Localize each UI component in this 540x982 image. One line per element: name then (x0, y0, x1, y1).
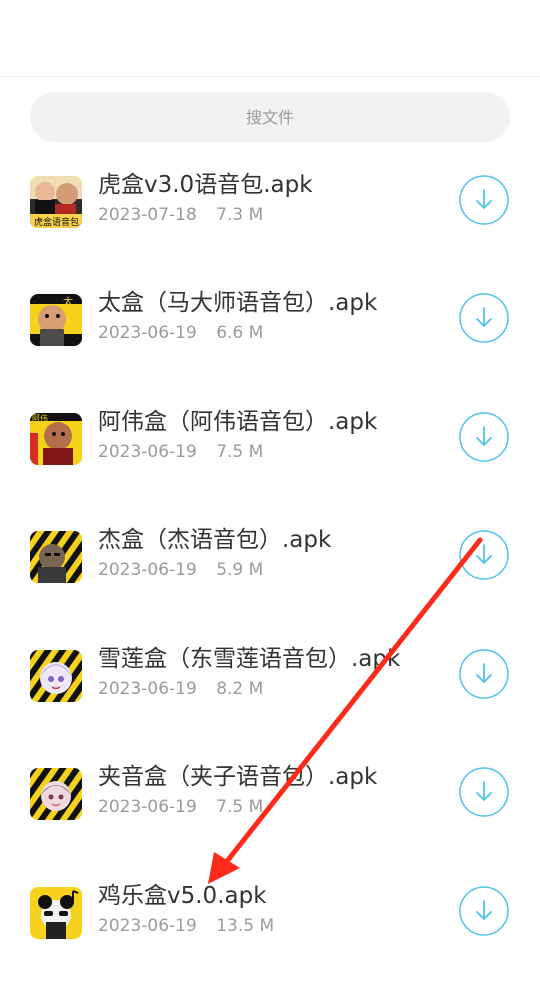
file-size: 7.5 M (216, 797, 264, 817)
awei-box-icon: 阿伟 (30, 413, 82, 465)
file-meta: 2023-06-19 5.9 M (98, 558, 263, 582)
download-icon (459, 767, 509, 817)
download-icon (459, 886, 509, 936)
list-item[interactable]: 阿伟 阿伟盒（阿伟语音包）.apk 2023-06-19 7.5 M (0, 390, 540, 508)
download-button[interactable] (459, 175, 509, 225)
tai-box-icon: 太 (30, 294, 82, 346)
file-date: 2023-06-19 (98, 442, 197, 462)
download-icon (459, 530, 509, 580)
file-name: 太盒（马大师语音包）.apk (98, 290, 378, 316)
jie-box-icon (30, 531, 82, 583)
file-date: 2023-06-19 (98, 679, 197, 699)
list-item[interactable]: 雪莲盒（东雪莲语音包）.apk 2023-06-19 8.2 M (0, 627, 540, 745)
file-name: 阿伟盒（阿伟语音包）.apk (98, 409, 378, 435)
file-date: 2023-06-19 (98, 323, 197, 343)
download-button[interactable] (459, 649, 509, 699)
file-date: 2023-06-19 (98, 797, 197, 817)
list-item[interactable]: 太 太盒（马大师语音包）.apk 2023-06-19 6.6 M (0, 271, 540, 389)
file-meta: 2023-06-19 13.5 M (98, 914, 274, 938)
download-button[interactable] (459, 767, 509, 817)
download-button[interactable] (459, 886, 509, 936)
download-button[interactable] (459, 530, 509, 580)
file-size: 7.5 M (216, 442, 264, 462)
svg-text:太: 太 (63, 295, 73, 308)
list-item[interactable]: 杰盒（杰语音包）.apk 2023-06-19 5.9 M (0, 508, 540, 626)
file-date: 2023-06-19 (98, 916, 197, 936)
file-meta: 2023-06-19 8.2 M (98, 677, 263, 701)
tiger-box-icon: 虎盒语音包 (30, 176, 82, 228)
file-date: 2023-07-18 (98, 205, 197, 225)
download-icon (459, 293, 509, 343)
file-size: 13.5 M (216, 916, 275, 936)
download-icon (459, 649, 509, 699)
file-meta: 2023-06-19 7.5 M (98, 440, 263, 464)
file-size: 5.9 M (216, 560, 264, 580)
download-button[interactable] (459, 293, 509, 343)
download-button[interactable] (459, 412, 509, 462)
list-item[interactable]: 夹音盒（夹子语音包）.apk 2023-06-19 7.5 M (0, 745, 540, 863)
file-date: 2023-06-19 (98, 560, 197, 580)
file-size: 8.2 M (216, 679, 264, 699)
list-item[interactable]: 虎盒语音包 虎盒v3.0语音包.apk 2023-07-18 7.3 M (0, 153, 540, 271)
file-name: 雪莲盒（东雪莲语音包）.apk (98, 646, 401, 672)
xuelian-box-icon (30, 650, 82, 702)
jile-box-icon (30, 887, 82, 939)
svg-text:虎盒语音包: 虎盒语音包 (34, 216, 79, 228)
file-meta: 2023-07-18 7.3 M (98, 203, 263, 227)
jiayin-box-icon (30, 768, 82, 820)
file-size: 6.6 M (216, 323, 264, 343)
file-name: 虎盒v3.0语音包.apk (98, 172, 313, 198)
download-icon (459, 175, 509, 225)
file-name: 鸡乐盒v5.0.apk (98, 883, 267, 909)
file-name: 夹音盒（夹子语音包）.apk (98, 764, 378, 790)
list-item[interactable]: 鸡乐盒v5.0.apk 2023-06-19 13.5 M (0, 864, 540, 982)
svg-text:阿伟: 阿伟 (32, 413, 48, 423)
file-name: 杰盒（杰语音包）.apk (98, 527, 332, 553)
file-meta: 2023-06-19 7.5 M (98, 795, 263, 819)
file-list: 虎盒语音包 虎盒v3.0语音包.apk 2023-07-18 7.3 M 太 太… (0, 0, 540, 960)
file-meta: 2023-06-19 6.6 M (98, 321, 263, 345)
download-icon (459, 412, 509, 462)
file-size: 7.3 M (216, 205, 264, 225)
